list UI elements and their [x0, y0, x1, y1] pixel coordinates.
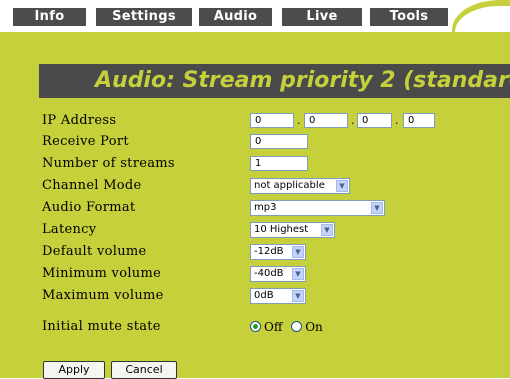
ip-dot-separator: .	[395, 114, 399, 127]
latency-select[interactable]: 10 Highest ▼	[250, 222, 335, 238]
mute-on-label: On	[305, 320, 323, 334]
minimum-volume-value: -40dB	[254, 268, 284, 279]
tab-settings[interactable]: Settings	[96, 8, 192, 26]
audio-format-select[interactable]: mp3 ▼	[250, 200, 385, 216]
receive-port-input[interactable]: 0	[250, 134, 308, 149]
number-of-streams-input[interactable]: 1	[250, 156, 308, 171]
maximum-volume-value: 0dB	[254, 290, 274, 301]
default-volume-label: Default volume	[42, 244, 147, 259]
top-nav: Info Settings Audio Live Tools	[0, 0, 510, 36]
audio-format-value: mp3	[254, 202, 277, 213]
tab-info[interactable]: Info	[13, 8, 86, 26]
chevron-down-icon[interactable]: ▼	[371, 202, 383, 214]
mute-state-radio-group: Off On	[250, 318, 323, 336]
mute-off-label: Off	[264, 320, 283, 334]
audio-format-label: Audio Format	[42, 200, 136, 215]
default-volume-select[interactable]: -12dB ▼	[250, 244, 306, 260]
maximum-volume-select[interactable]: 0dB ▼	[250, 288, 306, 304]
tab-audio[interactable]: Audio	[199, 8, 272, 26]
chevron-down-icon[interactable]: ▼	[292, 246, 304, 258]
receive-port-label: Receive Port	[42, 134, 129, 149]
minimum-volume-select[interactable]: -40dB ▼	[250, 266, 306, 282]
ip-octet-1-input[interactable]: 0	[250, 113, 294, 128]
chevron-down-icon[interactable]: ▼	[292, 268, 304, 280]
number-of-streams-label: Number of streams	[42, 156, 175, 171]
initial-mute-state-label: Initial mute state	[42, 319, 161, 334]
mute-off-radio[interactable]	[250, 321, 261, 332]
minimum-volume-label: Minimum volume	[42, 266, 162, 281]
latency-label: Latency	[42, 222, 97, 237]
ip-dot-separator: .	[297, 114, 301, 127]
ip-dot-separator: .	[351, 114, 355, 127]
chevron-down-icon[interactable]: ▼	[292, 290, 304, 302]
ip-octet-3-input[interactable]: 0	[357, 113, 392, 128]
latency-value: 10 Highest	[254, 224, 309, 235]
ip-address-label: IP Address	[42, 113, 117, 128]
ip-octet-4-input[interactable]: 0	[403, 113, 435, 128]
page-title: Audio: Stream priority 2 (standard)	[39, 64, 510, 98]
channel-mode-select[interactable]: not applicable ▼	[250, 178, 350, 194]
chevron-down-icon[interactable]: ▼	[336, 180, 348, 192]
apply-button[interactable]: Apply	[43, 361, 105, 379]
cancel-button[interactable]: Cancel	[111, 361, 177, 379]
maximum-volume-label: Maximum volume	[42, 288, 164, 303]
tab-tools[interactable]: Tools	[370, 8, 448, 26]
tab-live[interactable]: Live	[282, 8, 362, 26]
channel-mode-value: not applicable	[254, 180, 325, 191]
default-volume-value: -12dB	[254, 246, 284, 257]
ip-octet-2-input[interactable]: 0	[304, 113, 348, 128]
mute-on-radio[interactable]	[291, 321, 303, 332]
chevron-down-icon[interactable]: ▼	[321, 224, 333, 236]
channel-mode-label: Channel Mode	[42, 178, 142, 193]
